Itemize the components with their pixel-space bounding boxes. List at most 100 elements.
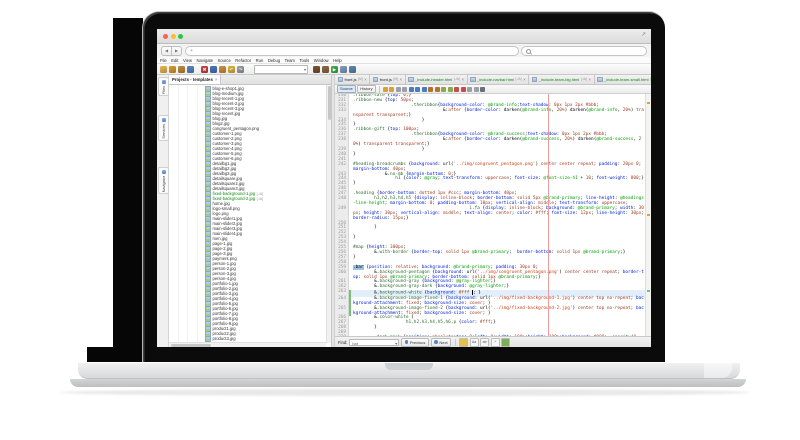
find-next-button[interactable]: Next bbox=[431, 338, 451, 347]
zoom-window-button[interactable] bbox=[178, 34, 183, 39]
browser-navbar: ◀ ▶ + bbox=[157, 44, 651, 58]
highlight-results-toggle[interactable] bbox=[459, 338, 468, 347]
menu-source[interactable]: Source bbox=[218, 58, 231, 63]
find-selection-icon[interactable] bbox=[402, 87, 407, 92]
find-label: Find: bbox=[338, 340, 347, 345]
stripe-mark[interactable] bbox=[647, 290, 650, 292]
tab-projects[interactable]: Projects - templates × bbox=[169, 75, 221, 84]
editor-tab-front-js[interactable]: front.js[M]× bbox=[370, 75, 405, 84]
next-error-icon[interactable] bbox=[448, 87, 453, 92]
chevron-down-icon: ▾ bbox=[395, 340, 397, 347]
url-field[interactable]: + bbox=[185, 46, 519, 56]
build-project-icon[interactable] bbox=[322, 66, 329, 73]
editor-tab--include-team-big-html[interactable]: _include-team-big.html[-/A]× bbox=[529, 75, 594, 84]
previous-error-icon[interactable] bbox=[454, 87, 459, 92]
profile-project-icon[interactable] bbox=[349, 66, 356, 73]
laptop-screen-bezel: ↗ ◀ ▶ + File Edit View Navigate Source Refact… bbox=[143, 12, 665, 362]
close-window-button[interactable] bbox=[163, 34, 168, 39]
new-project-icon[interactable] bbox=[169, 66, 176, 73]
ide-toolbar: ✖ ↶↷ ▾ ▶ bbox=[157, 64, 651, 75]
menu-navigate[interactable]: Navigate bbox=[196, 58, 213, 63]
history-view-button[interactable]: History bbox=[357, 85, 375, 93]
laptop-scene: ↗ ◀ ▶ + File Edit View Navigate Source Refact… bbox=[0, 0, 800, 440]
save-all-icon[interactable] bbox=[187, 66, 194, 73]
tree-horizontal-scrollbar[interactable] bbox=[169, 342, 326, 347]
tree-vertical-scrollbar[interactable] bbox=[326, 85, 331, 343]
last-edit-icon[interactable] bbox=[383, 87, 388, 92]
menu-window[interactable]: Window bbox=[314, 58, 329, 63]
macro-stop-icon[interactable] bbox=[480, 87, 485, 92]
editor-toolbar: Source History bbox=[335, 85, 651, 94]
run-project-icon[interactable]: ▶ bbox=[331, 66, 338, 73]
code-editor[interactable]: 230.ribbon-sale {top: 0;}231.ribbon-new … bbox=[335, 94, 651, 336]
menu-team[interactable]: Team bbox=[285, 58, 295, 63]
close-icon[interactable]: × bbox=[588, 75, 591, 84]
wrap-search-toggle[interactable] bbox=[501, 338, 510, 347]
menu-help[interactable]: Help bbox=[333, 58, 342, 63]
file-icon bbox=[470, 77, 476, 83]
editor-tab--include-navbar-html[interactable]: _include-navbar.html[-/A]× bbox=[468, 75, 530, 84]
new-file-icon[interactable] bbox=[160, 66, 167, 73]
forward-button[interactable]: ▶ bbox=[172, 46, 182, 56]
open-project-icon[interactable] bbox=[178, 66, 185, 73]
find-next-icon[interactable] bbox=[415, 87, 420, 92]
forward-icon[interactable] bbox=[396, 87, 401, 92]
find-bar: Find: ▾ bar Previous Next bbox=[335, 336, 651, 347]
minimized-window-services[interactable]: Services bbox=[158, 115, 169, 141]
config-combo[interactable]: ▾ bbox=[254, 65, 308, 74]
redo-icon[interactable]: ↷ bbox=[237, 66, 244, 73]
debug-project-icon[interactable] bbox=[340, 66, 347, 73]
background-monitor-foot bbox=[87, 347, 145, 362]
copy-icon[interactable] bbox=[210, 66, 217, 73]
stripe-mark[interactable] bbox=[647, 102, 650, 104]
close-icon[interactable]: × bbox=[215, 75, 218, 84]
macro-start-icon[interactable] bbox=[474, 87, 479, 92]
error-stripe[interactable] bbox=[645, 94, 651, 336]
cut-icon[interactable]: ✖ bbox=[201, 66, 208, 73]
clean-and-build-icon[interactable] bbox=[313, 66, 320, 73]
find-input[interactable]: ▾ bar bbox=[349, 339, 399, 346]
project-file-tree: blog-e-shop1.jpgblog-medium.jpgblog-rece… bbox=[169, 85, 331, 347]
source-view-button[interactable]: Source bbox=[337, 85, 356, 93]
editor-tab--include-team-small-html[interactable]: _include-team-small.html[-/A]× bbox=[595, 75, 651, 84]
comment-icon[interactable] bbox=[461, 87, 466, 92]
find-previous-icon[interactable] bbox=[409, 87, 414, 92]
stripe-mark[interactable] bbox=[647, 214, 650, 216]
regex-toggle[interactable]: .* bbox=[491, 338, 500, 347]
back-button[interactable]: ◀ bbox=[161, 46, 172, 56]
paste-icon[interactable] bbox=[219, 66, 226, 73]
menu-debug[interactable]: Debug bbox=[268, 58, 280, 63]
menu-view[interactable]: View bbox=[183, 58, 192, 63]
minimized-window-navigator[interactable]: Navigator bbox=[158, 167, 169, 194]
window-controls bbox=[163, 34, 183, 39]
uncomment-icon[interactable] bbox=[467, 87, 472, 92]
menu-tools[interactable]: Tools bbox=[299, 58, 309, 63]
minimized-window-files[interactable]: Files bbox=[158, 77, 169, 96]
match-case-toggle[interactable]: Aa bbox=[470, 338, 479, 347]
close-icon[interactable]: × bbox=[461, 75, 464, 84]
close-icon[interactable]: × bbox=[523, 75, 526, 84]
expand-icon[interactable]: ↗ bbox=[641, 31, 646, 39]
find-previous-button[interactable]: Previous bbox=[401, 338, 429, 347]
projects-panel: Projects - templates × blog-e-shop1.jpgb… bbox=[169, 75, 332, 347]
close-icon[interactable]: × bbox=[400, 75, 403, 84]
whole-words-toggle[interactable]: ab bbox=[480, 338, 489, 347]
undo-icon[interactable]: ↶ bbox=[228, 66, 235, 73]
next-bookmark-icon[interactable] bbox=[435, 87, 440, 92]
menu-edit[interactable]: Edit bbox=[171, 58, 178, 63]
toggle-bookmark-icon[interactable] bbox=[441, 87, 446, 92]
back-icon[interactable] bbox=[389, 87, 394, 92]
close-icon[interactable]: × bbox=[364, 75, 367, 84]
menu-refactor[interactable]: Refactor bbox=[235, 58, 251, 63]
menu-file[interactable]: File bbox=[160, 58, 167, 63]
file-icon bbox=[597, 77, 603, 83]
minimize-window-button[interactable] bbox=[171, 34, 176, 39]
editor-tab--include-header-html[interactable]: _include-header.html[-/A]× bbox=[406, 75, 468, 84]
tree-indent-guides bbox=[169, 85, 205, 347]
menu-run[interactable]: Run bbox=[256, 58, 264, 63]
editor-tab-front-js[interactable]: front.js[M]× bbox=[335, 75, 370, 84]
toggle-highlight-icon[interactable] bbox=[422, 87, 427, 92]
previous-bookmark-icon[interactable] bbox=[428, 87, 433, 92]
editor-tab-row: front.js[M]×front.js[M]×_include-header.… bbox=[335, 75, 651, 85]
search-input[interactable] bbox=[521, 46, 647, 56]
